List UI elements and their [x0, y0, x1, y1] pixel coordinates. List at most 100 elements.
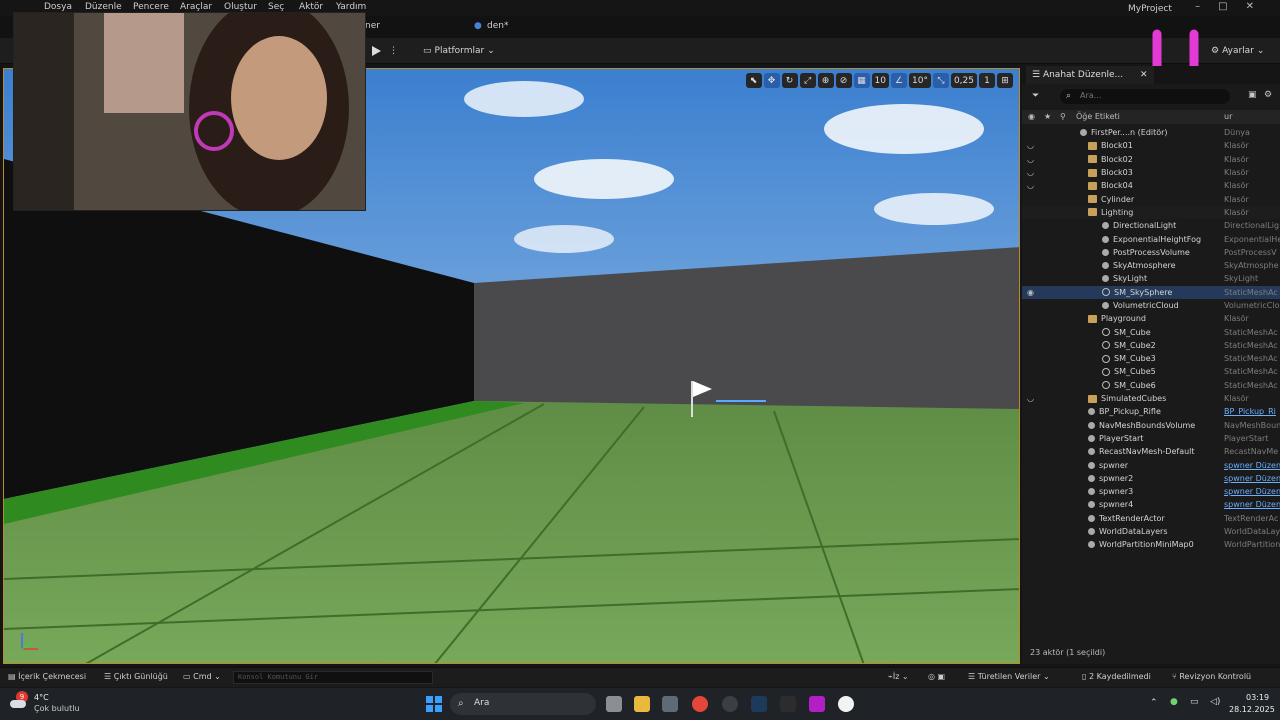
menu-dosya[interactable]: Dosya [44, 2, 72, 12]
app-icon[interactable] [809, 696, 825, 712]
outliner-row[interactable]: WorldPartitionMiniMap0 WorldPartition [1022, 538, 1280, 551]
outliner-row[interactable]: VolumetricCloud VolumetricClo [1022, 299, 1280, 312]
outliner-row[interactable]: ExponentialHeightFog ExponentialHe [1022, 232, 1280, 245]
platforms-dropdown[interactable]: ▭ Platformlar ⌄ [423, 43, 495, 59]
layout-button[interactable]: ⊞ [997, 73, 1013, 88]
menu-sec[interactable]: Seç [268, 2, 284, 12]
task-view-icon[interactable] [606, 696, 622, 712]
row-type[interactable]: BP_Pickup_Ri [1224, 407, 1280, 416]
file-explorer-icon[interactable] [634, 696, 650, 712]
outliner-row[interactable]: BP_Pickup_Rifle BP_Pickup_Ri [1022, 405, 1280, 418]
menu-aktor[interactable]: Aktör [299, 2, 323, 12]
outliner-row[interactable]: FirstPer....n (Editör) Dünya [1022, 126, 1280, 139]
surface-snap-button[interactable]: ⊘ [835, 73, 852, 88]
close-icon[interactable]: ✕ [1140, 70, 1148, 80]
volume-icon[interactable]: ◁) [1210, 697, 1220, 707]
label-column[interactable]: Öğe Etiketi [1076, 112, 1120, 121]
outliner-row[interactable]: SkyAtmosphere SkyAtmosphe [1022, 259, 1280, 272]
visibility-icon[interactable]: ◡ [1027, 168, 1037, 177]
network-icon[interactable]: ▭ [1190, 697, 1199, 707]
filter-icon[interactable]: ⏷ [1032, 91, 1039, 101]
outliner-row[interactable]: Cylinder Klasör [1022, 192, 1280, 205]
outliner-row[interactable]: SM_Cube5 StaticMeshAc [1022, 365, 1280, 378]
outliner-row[interactable]: ◡ Block02 Klasör [1022, 153, 1280, 166]
window-controls[interactable]: –□✕ [1195, 1, 1272, 12]
play-button[interactable]: ⋮ [370, 43, 398, 59]
outliner-row[interactable]: RecastNavMesh-Default RecastNavMe [1022, 445, 1280, 458]
outliner-row[interactable]: ◡ Block03 Klasör [1022, 166, 1280, 179]
eye-icon[interactable]: ◉ [1028, 112, 1035, 121]
outliner-row[interactable]: SM_Cube6 StaticMeshAc [1022, 379, 1280, 392]
menu-olustur[interactable]: Oluştur [224, 2, 257, 12]
outliner-row[interactable]: spwner2 spwner Düzen [1022, 472, 1280, 485]
outliner-row[interactable]: SM_Cube3 StaticMeshAc [1022, 352, 1280, 365]
visibility-icon[interactable]: ◡ [1027, 141, 1037, 150]
outliner-row[interactable]: PostProcessVolume PostProcessV [1022, 246, 1280, 259]
visibility-icon[interactable]: ◡ [1027, 394, 1037, 403]
outliner-row[interactable]: ◉ SM_SkySphere StaticMeshAc [1022, 285, 1280, 299]
menu-pencere[interactable]: Pencere [133, 2, 169, 12]
outliner-row[interactable]: ◡ Block01 Klasör [1022, 139, 1280, 152]
outliner-row[interactable]: ◡ SimulatedCubes Klasör [1022, 392, 1280, 405]
chrome-icon[interactable] [692, 696, 708, 712]
unreal-engine-icon[interactable] [838, 696, 854, 712]
outliner-row[interactable]: spwner3 spwner Düzen [1022, 485, 1280, 498]
trace-dropdown[interactable]: ⌁İz ⌄ [888, 672, 909, 681]
row-type[interactable]: spwner Düzen [1224, 487, 1280, 496]
scale-value[interactable]: 0,25 [950, 73, 977, 88]
menu-yardim[interactable]: Yardım [336, 2, 366, 12]
outliner-row[interactable]: SM_Cube2 StaticMeshAc [1022, 339, 1280, 352]
obs-icon[interactable] [722, 696, 738, 712]
search-input[interactable]: Ara... [1060, 89, 1230, 104]
steam-icon[interactable] [751, 696, 767, 712]
outliner-row[interactable]: DirectionalLight DirectionalLig [1022, 219, 1280, 232]
outliner-row[interactable]: spwner spwner Düzen [1022, 458, 1280, 471]
windows-start-icon[interactable] [426, 696, 442, 712]
record-icon[interactable]: ◎ ▣ [928, 672, 945, 681]
menu-duzenle[interactable]: Düzenle [85, 2, 122, 12]
taskbar-search[interactable]: Ara [450, 693, 596, 715]
move-tool-button[interactable]: ✥ [763, 73, 780, 88]
gear-icon[interactable]: ⚙ [1264, 90, 1272, 100]
tab-level[interactable]: den* [487, 21, 508, 31]
clock-date[interactable]: 28.12.2025 [1229, 705, 1275, 714]
outliner-row[interactable]: Lighting Klasör [1022, 205, 1280, 220]
select-tool-button[interactable]: ⬉ [745, 73, 762, 88]
outliner-row[interactable]: SkyLight SkyLight [1022, 272, 1280, 285]
camera-speed[interactable]: 1 [979, 73, 995, 88]
grid-value[interactable]: 10 [871, 73, 889, 88]
outliner-tab[interactable]: ☰ Anahat Düzenle... ✕ [1026, 66, 1154, 84]
grid-snap-button[interactable]: ▦ [853, 73, 870, 88]
clock-time[interactable]: 03:19 [1246, 693, 1269, 702]
outliner-row[interactable]: ◡ Block04 Klasör [1022, 179, 1280, 192]
outliner-row[interactable]: Playground Klasör [1022, 312, 1280, 325]
row-type[interactable]: spwner Düzen [1224, 500, 1280, 509]
epic-games-icon[interactable] [780, 696, 796, 712]
scale-snap-button[interactable]: ⤡ [932, 73, 949, 88]
row-type[interactable]: spwner Düzen [1224, 474, 1280, 483]
outliner-row[interactable]: WorldDataLayers WorldDataLay [1022, 525, 1280, 538]
angle-value[interactable]: 10° [909, 73, 931, 88]
outliner-row[interactable]: TextRenderActor TextRenderAc [1022, 512, 1280, 525]
derived-data-dropdown[interactable]: ☰ Türetilen Veriler ⌄ [968, 672, 1050, 681]
world-space-button[interactable]: ⊕ [817, 73, 834, 88]
visibility-icon[interactable]: ◡ [1027, 155, 1037, 164]
outliner-row[interactable]: SM_Cube StaticMeshAc [1022, 325, 1280, 338]
microphone-icon[interactable]: ● [1170, 697, 1178, 707]
pin-icon[interactable]: ⚲ [1060, 112, 1066, 121]
rotate-tool-button[interactable]: ↻ [781, 73, 798, 88]
tab-map[interactable]: ner [365, 21, 380, 31]
type-column[interactable]: ur [1224, 112, 1232, 121]
cmd-dropdown[interactable]: ▭ Cmd ⌄ [183, 672, 221, 681]
visibility-icon[interactable]: ◡ [1027, 181, 1037, 190]
content-drawer-button[interactable]: ▤ İçerik Çekmecesi [8, 672, 86, 681]
unsaved-button[interactable]: ▯ 2 Kaydedilmedi [1082, 672, 1151, 681]
outliner-row[interactable]: PlayerStart PlayerStart [1022, 432, 1280, 445]
folder-add-icon[interactable]: ▣ [1248, 90, 1257, 100]
console-input[interactable]: Konsol Komutunu Gir [233, 671, 433, 684]
outliner-row[interactable]: spwner4 spwner Düzen [1022, 498, 1280, 511]
angle-snap-button[interactable]: ∠ [891, 73, 907, 88]
scale-tool-button[interactable]: ⤢ [799, 73, 816, 88]
chevron-up-icon[interactable]: ⌃ [1150, 698, 1158, 708]
revision-control-dropdown[interactable]: ⑂ Revizyon Kontrolü [1172, 672, 1251, 681]
